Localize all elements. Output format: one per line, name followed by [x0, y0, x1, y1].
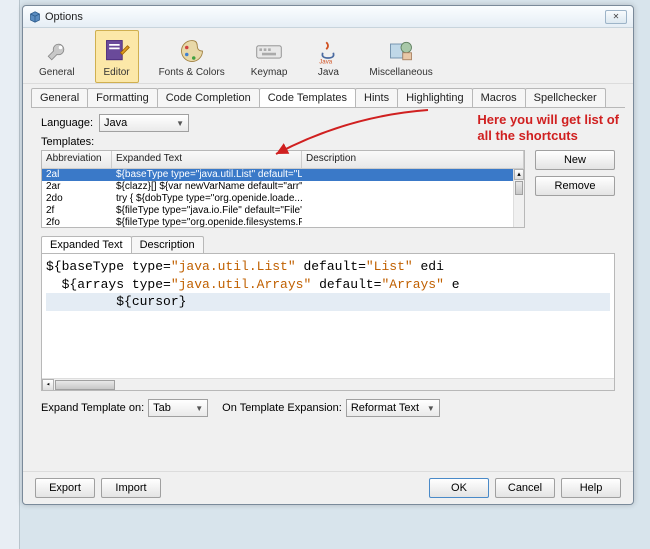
col-abbr[interactable]: Abbreviation [42, 151, 112, 168]
col-expanded[interactable]: Expanded Text [112, 151, 302, 168]
tab-general[interactable]: General [31, 88, 88, 107]
category-fonts[interactable]: Fonts & Colors [153, 30, 231, 83]
chevron-down-icon: ▼ [195, 404, 203, 413]
tab-completion[interactable]: Code Completion [157, 88, 260, 107]
table-row[interactable]: 2dotry { ${dobType type="org.openide.loa… [42, 193, 524, 205]
svg-text:Java: Java [320, 58, 334, 65]
language-label: Language: [41, 117, 93, 129]
editor-tabs: General Formatting Code Completion Code … [23, 84, 633, 107]
on-expansion-select[interactable]: Reformat Text▼ [346, 399, 440, 417]
table-row[interactable]: 2fo${fileType type="org.openide.filesyst… [42, 217, 524, 228]
category-general-label: General [39, 67, 75, 78]
export-button[interactable]: Export [35, 478, 95, 498]
chevron-down-icon: ▼ [176, 119, 184, 128]
on-expansion-label: On Template Expansion: [222, 402, 342, 414]
table-row[interactable]: 2f${fileType type="java.io.File" default… [42, 205, 524, 217]
code-templates-panel: Here you will get list ofall the shortcu… [31, 107, 625, 471]
window-title: Options [45, 11, 605, 23]
category-editor[interactable]: Editor [95, 30, 139, 83]
category-editor-label: Editor [104, 67, 130, 78]
expand-on-select[interactable]: Tab▼ [148, 399, 208, 417]
remove-button[interactable]: Remove [535, 176, 615, 196]
subtab-expanded[interactable]: Expanded Text [41, 236, 132, 253]
help-button[interactable]: Help [561, 478, 621, 498]
category-misc[interactable]: Miscellaneous [363, 30, 438, 83]
options-dialog: Options ✕ General Editor Fonts & Colors … [22, 5, 634, 505]
dialog-footer: Export Import OK Cancel Help [23, 471, 633, 504]
subtab-description[interactable]: Description [131, 236, 204, 253]
editor-icon [102, 36, 132, 66]
import-button[interactable]: Import [101, 478, 161, 498]
category-keymap-label: Keymap [251, 67, 288, 78]
category-fonts-label: Fonts & Colors [159, 67, 225, 78]
category-toolbar: General Editor Fonts & Colors Keymap Jav… [23, 28, 633, 84]
close-icon[interactable]: ✕ [605, 10, 627, 24]
annotation-text: Here you will get list ofall the shortcu… [477, 112, 619, 143]
tab-macros[interactable]: Macros [472, 88, 526, 107]
new-button[interactable]: New [535, 150, 615, 170]
expanded-text-editor[interactable]: ${baseType type="java.util.List" default… [41, 253, 615, 391]
tab-hints[interactable]: Hints [355, 88, 398, 107]
category-misc-label: Miscellaneous [369, 67, 432, 78]
ok-button[interactable]: OK [429, 478, 489, 498]
expand-on-label: Expand Template on: [41, 402, 144, 414]
table-row[interactable]: 2ar${clazz}[] ${var newVarName default="… [42, 181, 524, 193]
col-desc[interactable]: Description [302, 151, 524, 168]
vscrollbar[interactable]: ▴ [513, 169, 524, 227]
table-row[interactable]: 2al${baseType type="java.util.List" defa… [42, 169, 524, 181]
tab-formatting[interactable]: Formatting [87, 88, 158, 107]
language-value: Java [104, 117, 127, 129]
category-java-label: Java [318, 67, 339, 78]
templates-table[interactable]: Abbreviation Expanded Text Description 2… [41, 150, 525, 228]
category-java[interactable]: Java Java [307, 30, 349, 83]
palette-icon [177, 36, 207, 66]
language-select[interactable]: Java ▼ [99, 114, 189, 132]
tab-spellchecker[interactable]: Spellchecker [525, 88, 606, 107]
category-general[interactable]: General [33, 30, 81, 83]
category-keymap[interactable]: Keymap [245, 30, 294, 83]
chevron-down-icon: ▼ [427, 404, 435, 413]
keyboard-icon [254, 36, 284, 66]
java-icon: Java [313, 36, 343, 66]
wrench-icon [42, 36, 72, 66]
titlebar[interactable]: Options ✕ [23, 6, 633, 28]
cancel-button[interactable]: Cancel [495, 478, 555, 498]
hscrollbar[interactable]: ◂ [42, 378, 614, 390]
misc-icon [386, 36, 416, 66]
tab-code-templates[interactable]: Code Templates [259, 88, 356, 107]
tab-highlighting[interactable]: Highlighting [397, 88, 472, 107]
app-icon [29, 11, 41, 23]
